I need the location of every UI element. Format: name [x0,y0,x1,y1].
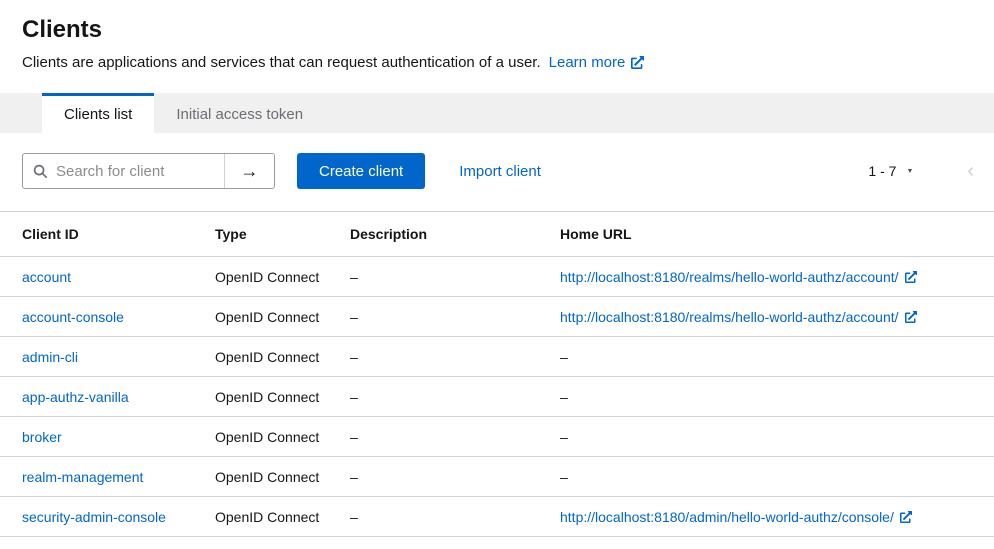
client-description: – [350,337,560,377]
page-description-text: Clients are applications and services th… [22,54,541,71]
import-client-link[interactable]: Import client [459,163,541,180]
pagination-prev-button[interactable]: ‹ [967,161,974,181]
table-row: app-authz-vanilla OpenID Connect – – [0,377,994,417]
page-description: Clients are applications and services th… [22,54,970,71]
home-url-empty: – [560,457,994,497]
client-type: OpenID Connect [215,337,350,377]
page-header: Clients Clients are applications and ser… [0,0,994,71]
client-id-link[interactable]: app-authz-vanilla [22,389,129,405]
client-description: – [350,457,560,497]
client-description: – [350,377,560,417]
col-header-type: Type [215,212,350,257]
home-url-link[interactable]: http://localhost:8180/realms/hello-world… [560,269,917,285]
pagination-range-dropdown[interactable]: 1 - 7 ▼ [868,163,915,179]
search-group: → [22,153,275,189]
external-link-icon [905,271,917,283]
client-type: OpenID Connect [215,497,350,537]
home-url-empty: – [560,337,994,377]
table-row: account-console OpenID Connect – http://… [0,297,994,337]
caret-down-icon: ▼ [907,167,914,175]
client-type: OpenID Connect [215,257,350,297]
search-submit-button[interactable]: → [224,154,274,188]
home-url-empty: – [560,417,994,457]
search-icon [23,154,48,188]
client-id-link[interactable]: realm-management [22,469,143,485]
learn-more-link[interactable]: Learn more [549,54,645,71]
client-id-link[interactable]: account-console [22,309,124,325]
client-id-link[interactable]: admin-cli [22,349,78,365]
tab-bar: Clients list Initial access token [0,93,994,133]
arrow-right-icon: → [241,161,259,181]
client-description: – [350,297,560,337]
external-link-icon [631,56,644,69]
create-client-button[interactable]: Create client [297,153,425,189]
tab-initial-access-token[interactable]: Initial access token [154,93,325,133]
client-id-link[interactable]: security-admin-console [22,509,166,525]
table-row: account OpenID Connect – http://localhos… [0,257,994,297]
table-header-row: Client ID Type Description Home URL [0,212,994,257]
client-id-link[interactable]: broker [22,429,62,445]
client-type: OpenID Connect [215,297,350,337]
client-description: – [350,417,560,457]
client-id-link[interactable]: account [22,269,71,285]
client-description: – [350,257,560,297]
client-type: OpenID Connect [215,377,350,417]
clients-table: Client ID Type Description Home URL acco… [0,211,994,537]
home-url-link[interactable]: http://localhost:8180/admin/hello-world-… [560,509,912,525]
pagination: 1 - 7 ▼ ‹ [868,161,978,181]
client-type: OpenID Connect [215,417,350,457]
external-link-icon [905,311,917,323]
toolbar: → Create client Import client 1 - 7 ▼ ‹ [0,133,994,205]
client-description: – [350,497,560,537]
client-type: OpenID Connect [215,457,350,497]
col-header-client-id: Client ID [0,212,215,257]
external-link-icon [900,511,912,523]
col-header-home-url: Home URL [560,212,994,257]
table-row: admin-cli OpenID Connect – – [0,337,994,377]
home-url-empty: – [560,377,994,417]
page-title: Clients [22,16,970,44]
table-row: security-admin-console OpenID Connect – … [0,497,994,537]
search-input[interactable] [48,154,224,188]
tab-clients-list[interactable]: Clients list [42,93,154,133]
col-header-description: Description [350,212,560,257]
table-row: broker OpenID Connect – – [0,417,994,457]
home-url-link[interactable]: http://localhost:8180/realms/hello-world… [560,309,917,325]
table-row: realm-management OpenID Connect – – [0,457,994,497]
